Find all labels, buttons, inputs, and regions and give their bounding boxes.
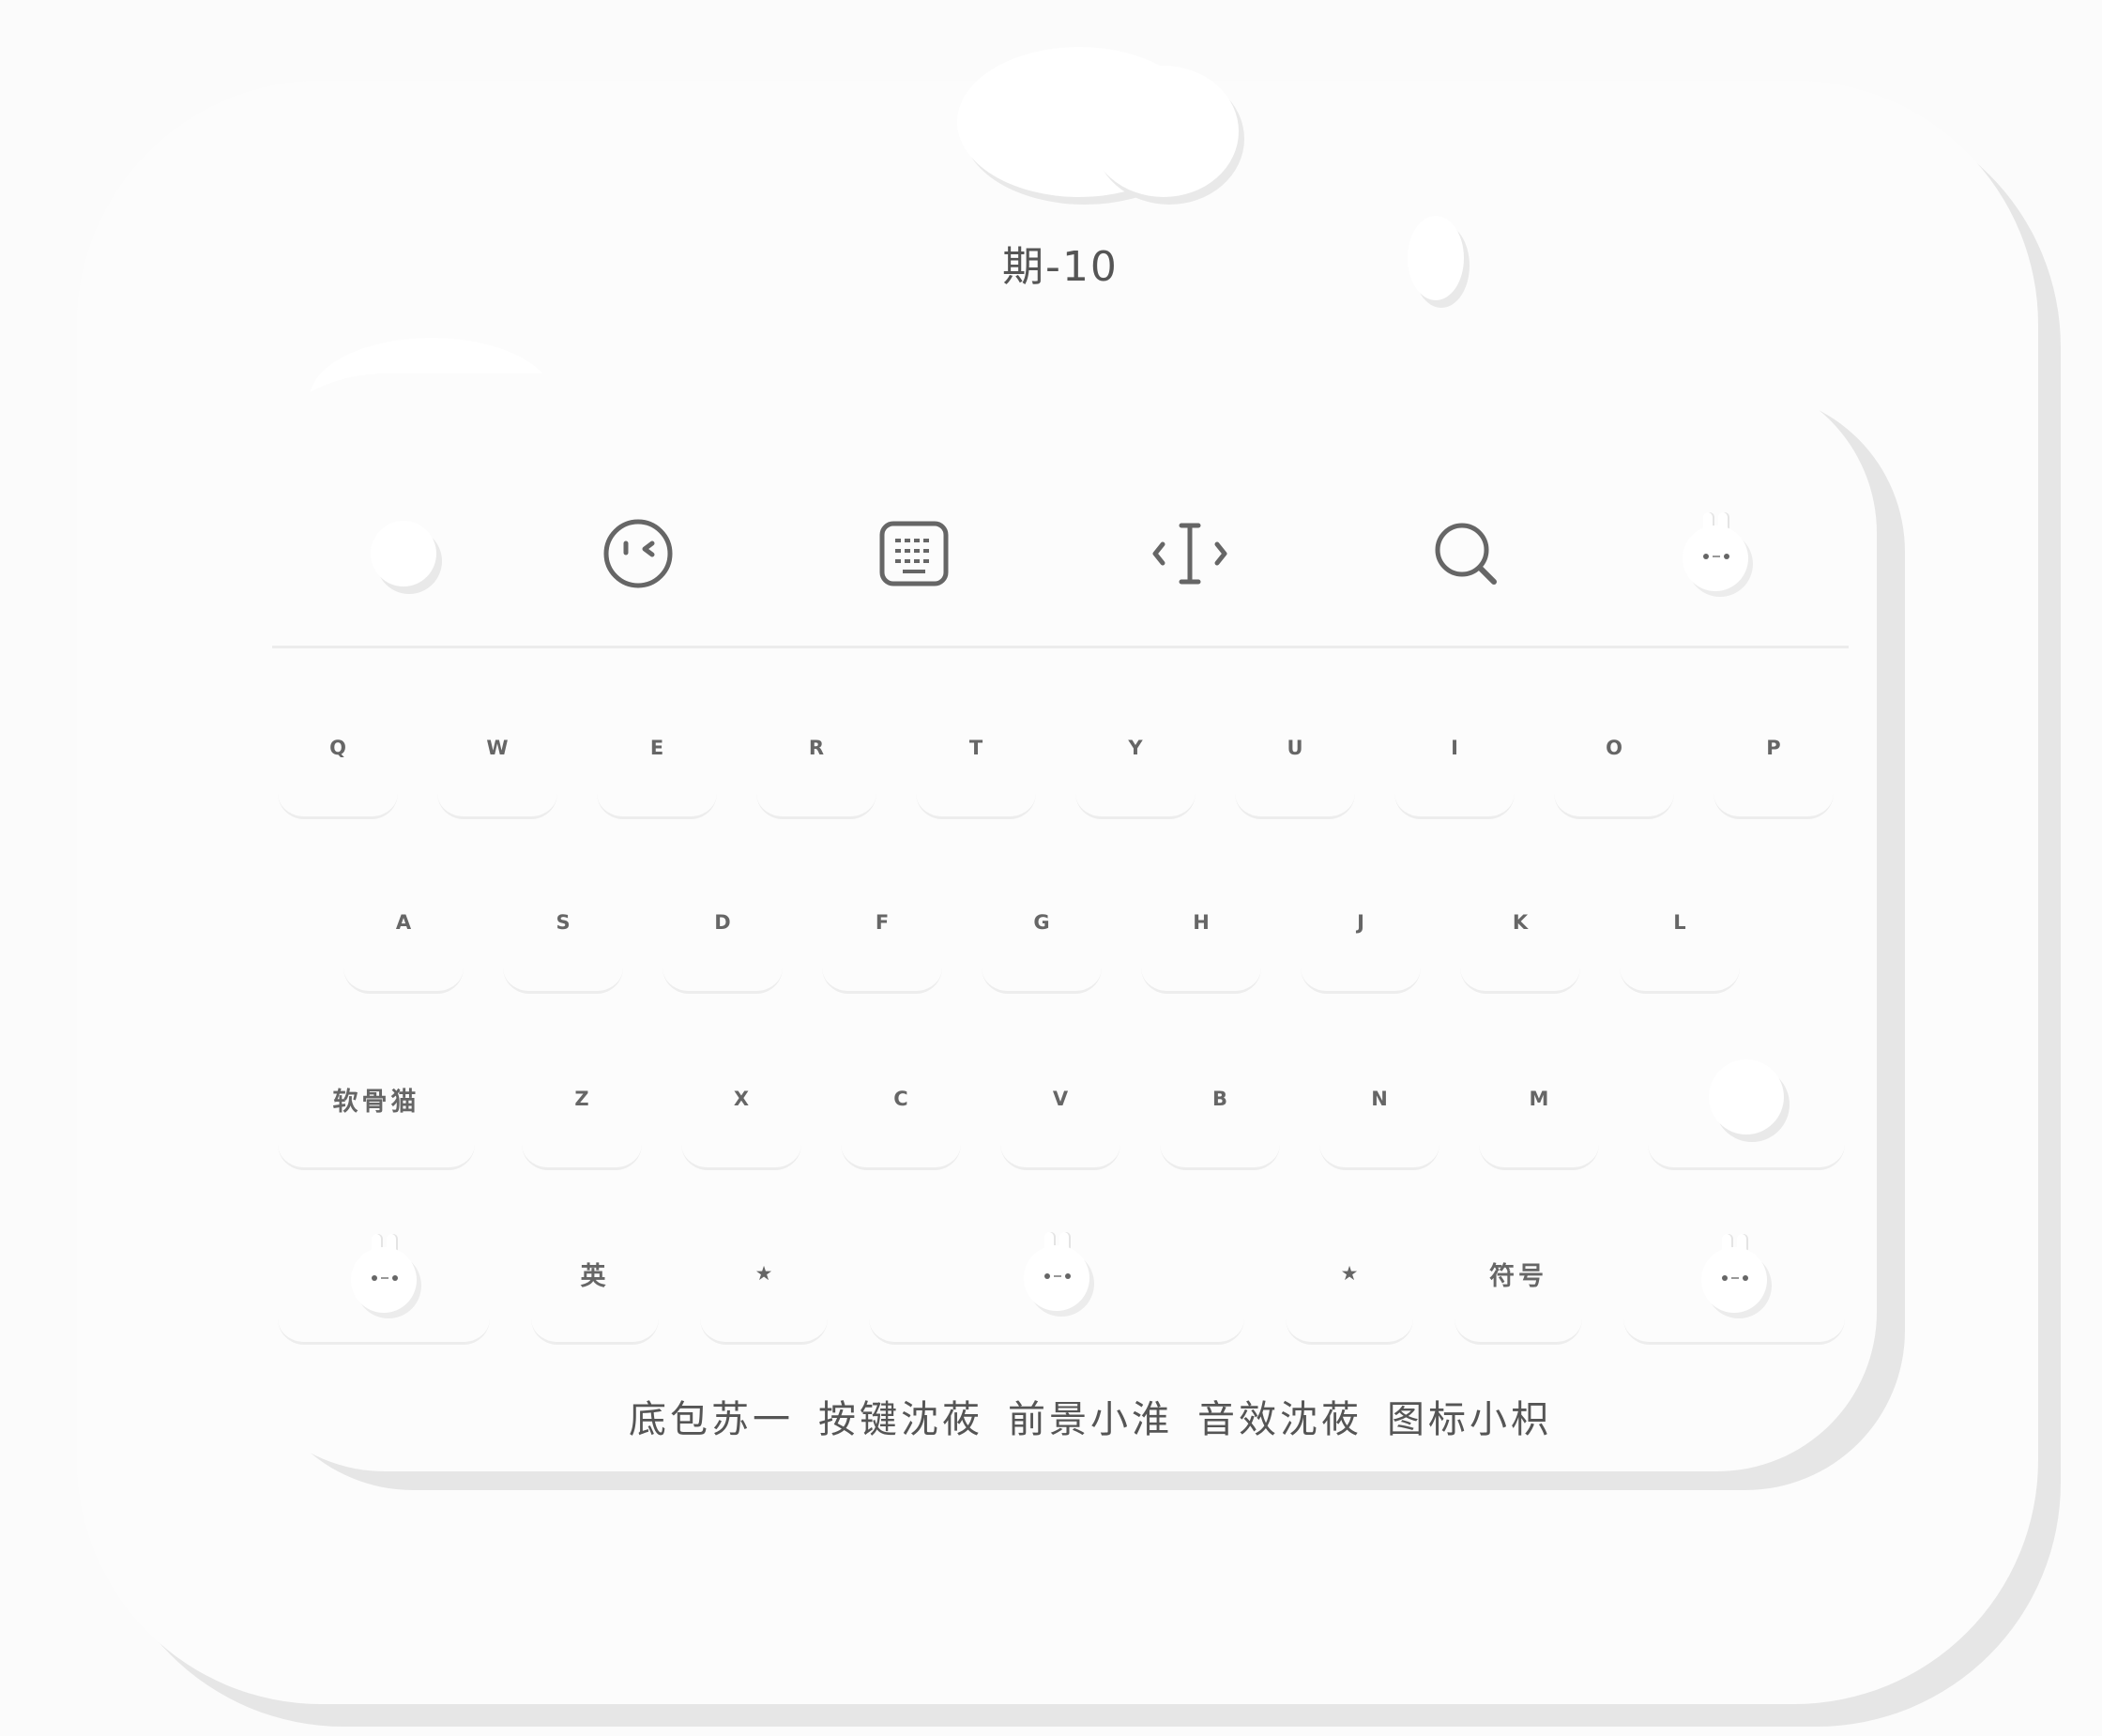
key-f[interactable]: F [822, 888, 942, 994]
key-label: G [1033, 911, 1050, 934]
key-label: X [733, 1088, 750, 1110]
key-label: D [714, 911, 731, 934]
key-label: L [1673, 911, 1686, 934]
key-u[interactable]: U [1235, 713, 1355, 819]
key-x[interactable]: X [681, 1064, 801, 1170]
key-label: E [649, 737, 664, 759]
search-button[interactable] [1419, 488, 1513, 619]
key-h[interactable]: H [1141, 888, 1261, 994]
key-label: B [1211, 1088, 1227, 1110]
key-star-left[interactable]: ★ [700, 1239, 828, 1345]
emoji-button[interactable] [591, 488, 685, 619]
key-k[interactable]: K [1460, 888, 1580, 994]
cloud-button[interactable] [357, 488, 450, 619]
key-label: V [1052, 1088, 1069, 1110]
emoji-face-icon [603, 519, 673, 588]
bunny-icon [347, 1234, 420, 1317]
key-label: Q [329, 737, 346, 759]
cloud-decoration [1408, 216, 1464, 300]
key-label: ★ [754, 1262, 773, 1285]
key-o[interactable]: O [1554, 713, 1674, 819]
cursor-move-button[interactable] [1143, 488, 1237, 619]
key-i[interactable]: I [1394, 713, 1515, 819]
key-label: J [1357, 911, 1364, 934]
key-label: F [875, 911, 890, 934]
key-j[interactable]: J [1301, 888, 1421, 994]
key-symbols[interactable]: 符号 [1455, 1239, 1582, 1345]
key-label: Z [574, 1088, 589, 1110]
key-l[interactable]: L [1620, 888, 1740, 994]
key-language[interactable]: 英 [531, 1239, 659, 1345]
key-space[interactable] [869, 1232, 1244, 1345]
key-label: W [486, 737, 509, 759]
cloud-decoration [1089, 66, 1239, 197]
key-label: S [556, 911, 571, 934]
key-d[interactable]: D [663, 888, 783, 994]
key-bunny-left[interactable] [278, 1234, 490, 1345]
key-label: O [1606, 737, 1622, 759]
key-w[interactable]: W [437, 713, 557, 819]
key-label: C [893, 1088, 908, 1110]
key-label: R [808, 737, 825, 759]
key-q[interactable]: Q [278, 713, 398, 819]
key-label: I [1451, 737, 1458, 759]
credit-item: 底包苏一 [629, 1398, 794, 1441]
key-r[interactable]: R [756, 713, 876, 819]
key-label: 英 [580, 1261, 610, 1291]
key-label: N [1371, 1088, 1388, 1110]
key-m[interactable]: M [1479, 1064, 1599, 1170]
key-s[interactable]: S [503, 888, 623, 994]
key-delete[interactable] [1648, 1059, 1845, 1170]
cloud-icon [371, 521, 436, 586]
bunny-button[interactable] [1668, 488, 1762, 619]
credit-item: 前景小淮 [1008, 1398, 1173, 1441]
key-y[interactable]: Y [1075, 713, 1196, 819]
key-label: M [1529, 1088, 1549, 1110]
credit-item: 音效沈莜 [1197, 1398, 1363, 1441]
bunny-icon [1698, 1234, 1771, 1317]
bunny-space-icon [1020, 1232, 1093, 1315]
key-label: U [1287, 737, 1303, 759]
cloud-delete-icon [1709, 1059, 1784, 1134]
key-b[interactable]: B [1160, 1064, 1280, 1170]
key-e[interactable]: E [597, 713, 717, 819]
key-label: K [1512, 911, 1529, 934]
key-star-right[interactable]: ★ [1286, 1239, 1413, 1345]
text-cursor-icon [1152, 523, 1227, 585]
key-label: Y [1128, 737, 1143, 759]
bunny-icon [1679, 512, 1752, 595]
credits-footer: 底包苏一 按键沈莜 前景小淮 音效沈莜 图标小枳 [629, 1389, 1567, 1443]
keyboard-icon [879, 521, 949, 586]
key-label: A [395, 911, 412, 934]
key-shift[interactable]: 软骨猫 [278, 1064, 475, 1170]
key-bunny-right[interactable] [1623, 1234, 1845, 1345]
key-c[interactable]: C [841, 1064, 961, 1170]
key-z[interactable]: Z [522, 1064, 642, 1170]
key-label: T [968, 737, 983, 759]
credit-item: 图标小枳 [1387, 1398, 1552, 1441]
key-t[interactable]: T [916, 713, 1036, 819]
key-label: ★ [1340, 1262, 1359, 1285]
key-p[interactable]: P [1714, 713, 1834, 819]
key-n[interactable]: N [1319, 1064, 1439, 1170]
key-label: H [1193, 911, 1210, 934]
key-label: 软骨猫 [332, 1087, 420, 1117]
key-a[interactable]: A [343, 888, 464, 994]
key-label: P [1766, 737, 1781, 759]
keyboard-toolbar [272, 488, 1849, 648]
key-v[interactable]: V [1000, 1064, 1120, 1170]
page-title: 期-10 [1002, 243, 1119, 291]
keyboard-button[interactable] [867, 488, 961, 619]
key-g[interactable]: G [982, 888, 1102, 994]
credit-item: 按键沈莜 [818, 1398, 983, 1441]
search-icon [1435, 523, 1497, 585]
key-label: 符号 [1489, 1261, 1547, 1291]
